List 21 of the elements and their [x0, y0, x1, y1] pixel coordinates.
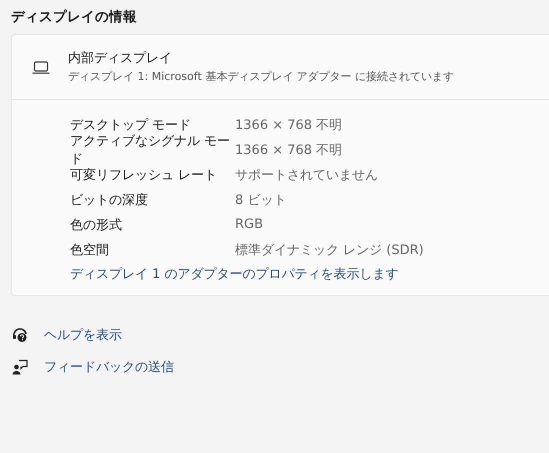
adapter-properties-link[interactable]: ディスプレイ 1 のアダプターのプロパティを表示します	[70, 262, 399, 287]
property-value: 1366 × 768 不明	[235, 142, 342, 158]
property-value: 1366 × 768 不明	[235, 116, 342, 134]
display-description: ディスプレイ 1: Microsoft 基本ディスプレイ アダプター に接続されています	[68, 69, 454, 84]
property-label: デスクトップ モード	[70, 116, 192, 134]
display-name: 内部ディスプレイ	[68, 50, 173, 68]
property-label: アクティブなシグナル モード	[70, 132, 232, 168]
property-value: 8 ビット	[235, 192, 286, 208]
property-value: サポートされていません	[235, 166, 378, 184]
section-title: ディスプレイの情報	[11, 8, 138, 26]
property-label: 色の形式	[70, 216, 123, 234]
property-label: ビットの深度	[70, 192, 149, 208]
property-value: RGB	[235, 217, 264, 232]
property-label: 色空間	[70, 242, 110, 258]
property-label: 可変リフレッシュ レート	[70, 166, 218, 184]
laptop-icon	[32, 60, 50, 74]
feedback-link[interactable]: フィードバックの送信	[44, 358, 174, 376]
feedback-icon	[12, 359, 28, 375]
property-value: 標準ダイナミック レンジ (SDR)	[235, 242, 424, 258]
help-link[interactable]: ヘルプを表示	[44, 326, 122, 344]
help-icon	[12, 327, 28, 343]
